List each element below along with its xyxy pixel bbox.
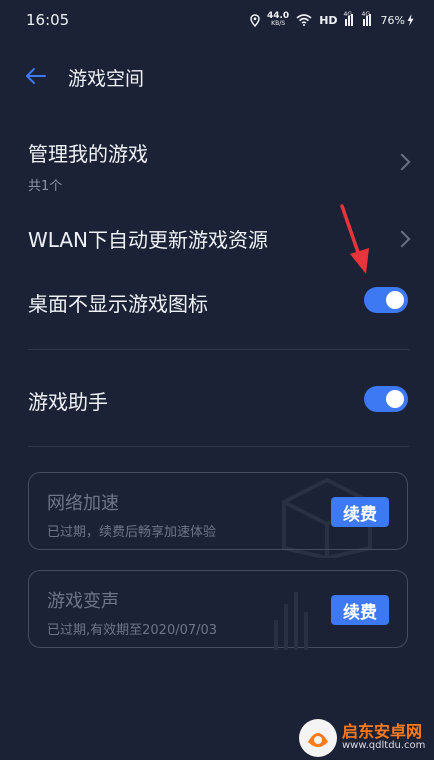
network-boost-card: 网络加速 已过期，续费后畅享加速体验 续费 <box>28 472 408 550</box>
watermark-logo-icon <box>299 719 337 757</box>
status-time: 16:05 <box>26 11 70 29</box>
status-bar: 16:05 44.0 KB/S HD 4G 4G 76% <box>0 0 434 42</box>
watermark-url: www.qdltdu.com <box>342 740 426 751</box>
voice-changer-card: 游戏变声 已过期,有效期至2020/07/03 续费 <box>28 570 408 648</box>
watermark: 启东安卓网 www.qdltdu.com <box>296 716 434 760</box>
hd-badge: HD <box>319 13 338 27</box>
status-icons: 44.0 KB/S HD 4G 4G 76% <box>250 11 414 28</box>
annotation-arrow-icon <box>340 204 369 274</box>
network-speed: 44.0 KB/S <box>267 12 289 28</box>
manage-games-count: 共1个 <box>28 179 63 194</box>
location-icon <box>250 13 260 27</box>
toggle-knob <box>386 291 404 309</box>
signal-icon: 4G <box>343 11 356 26</box>
toggle-knob <box>386 390 404 408</box>
decorative-sound-bars-graphic <box>274 592 308 650</box>
back-arrow-icon[interactable] <box>24 64 48 88</box>
divider <box>28 446 409 447</box>
manage-games-title: 管理我的游戏 <box>28 142 148 166</box>
wifi-icon <box>296 14 312 26</box>
battery-level: 76% <box>380 13 405 27</box>
network-boost-title: 网络加速 <box>47 493 119 514</box>
charging-icon <box>407 14 414 26</box>
game-assistant-toggle[interactable] <box>364 386 408 412</box>
game-assistant-title: 游戏助手 <box>28 390 108 414</box>
network-boost-renew-button[interactable]: 续费 <box>331 497 389 527</box>
network-boost-status: 已过期，续费后畅享加速体验 <box>47 525 217 540</box>
divider <box>28 349 409 350</box>
voice-changer-title: 游戏变声 <box>47 591 119 612</box>
page-title: 游戏空间 <box>68 68 145 90</box>
network-type-label: 4G <box>343 11 353 18</box>
network-type-label-2: 4G <box>361 11 371 18</box>
manage-games-item[interactable]: 管理我的游戏 共1个 <box>28 138 414 194</box>
voice-changer-status: 已过期,有效期至2020/07/03 <box>47 623 218 638</box>
page-header: 游戏空间 <box>0 56 434 96</box>
speed-unit: KB/S <box>271 20 286 27</box>
signal-icon-2: 4G <box>361 11 374 26</box>
hide-desktop-icon-item: 桌面不显示游戏图标 <box>28 288 414 318</box>
speed-value: 44.0 <box>266 11 290 21</box>
voice-changer-renew-button[interactable]: 续费 <box>331 595 389 625</box>
watermark-title: 启东安卓网 <box>342 722 423 741</box>
hide-desktop-icon-toggle[interactable] <box>364 287 408 313</box>
game-assistant-item: 游戏助手 <box>28 386 414 416</box>
battery-status: 76% <box>381 14 414 27</box>
hide-desktop-icon-title: 桌面不显示游戏图标 <box>28 292 208 316</box>
